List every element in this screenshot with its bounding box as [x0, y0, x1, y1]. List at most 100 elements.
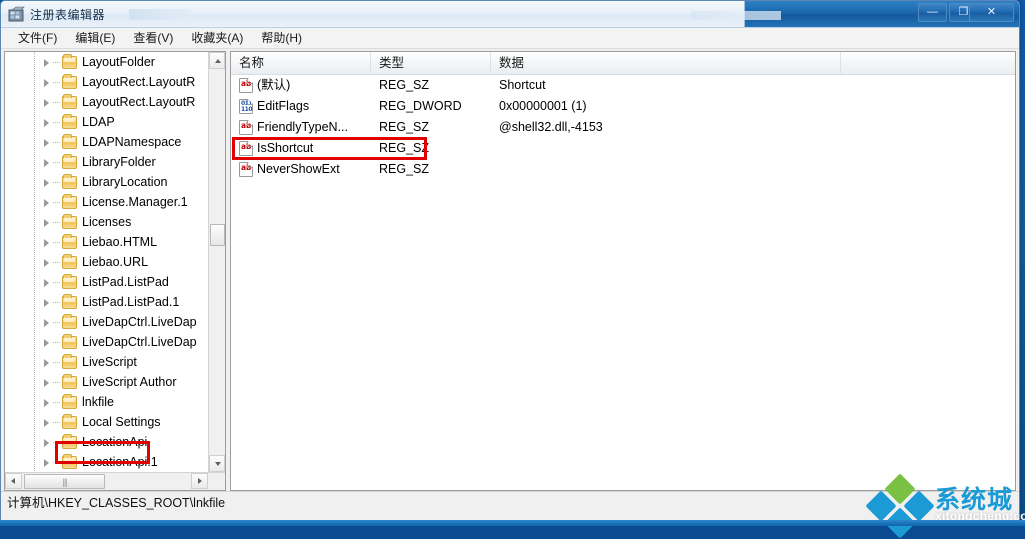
menu-favorites[interactable]: 收藏夹(A) — [182, 27, 252, 49]
expand-arrow-icon[interactable] — [41, 277, 52, 288]
tree-item-label: LayoutFolder — [82, 55, 155, 69]
tree-item-liebao-url[interactable]: Liebao.URL — [5, 252, 208, 272]
expand-arrow-icon[interactable] — [41, 317, 52, 328]
tree-item-label: License.Manager.1 — [82, 195, 188, 209]
tree-item-label: LiveDapCtrl.LiveDap — [82, 335, 197, 349]
value-data-cell: Shortcut — [499, 78, 546, 92]
expand-arrow-icon[interactable] — [41, 57, 52, 68]
expand-arrow-icon[interactable] — [41, 457, 52, 468]
tree-item-listpad-listpad-1[interactable]: ListPad.ListPad.1 — [5, 292, 208, 312]
expand-arrow-icon[interactable] — [41, 437, 52, 448]
tree-scroll-thumb[interactable] — [210, 224, 225, 246]
column-header-filler — [841, 52, 1015, 74]
tree-horizontal-scrollbar[interactable] — [5, 472, 225, 490]
value-row[interactable]: ab FriendlyTypeN... REG_SZ @shell32.dll,-41… — [231, 117, 1015, 138]
value-row[interactable]: ab NeverShowExt REG_SZ — [231, 159, 1015, 180]
tree-item-liebao-html[interactable]: Liebao.HTML — [5, 232, 208, 252]
tree-item-listpad-listpad[interactable]: ListPad.ListPad — [5, 272, 208, 292]
expand-arrow-icon[interactable] — [41, 157, 52, 168]
value-row[interactable]: 011 110 EditFlags REG_DWORD 0x00000001 (1) — [231, 96, 1015, 117]
tree-item-license-manager-1[interactable]: License.Manager.1 — [5, 192, 208, 212]
expand-arrow-icon[interactable] — [41, 337, 52, 348]
tree-vertical-scrollbar[interactable] — [208, 52, 225, 472]
expand-arrow-icon[interactable] — [41, 217, 52, 228]
close-button[interactable]: ✕ — [969, 3, 1014, 22]
expand-arrow-icon[interactable] — [41, 417, 52, 428]
folder-icon — [62, 113, 77, 129]
tree-item-livedapctrl-livedap[interactable]: LiveDapCtrl.LiveDap — [5, 332, 208, 352]
tree-connector — [53, 321, 61, 323]
tree-hscroll-thumb[interactable] — [24, 474, 105, 489]
tree-item-livedapctrl-livedap[interactable]: LiveDapCtrl.LiveDap — [5, 312, 208, 332]
expand-arrow-icon[interactable] — [41, 377, 52, 388]
tree-connector — [53, 141, 61, 143]
minimize-icon: — — [927, 6, 938, 18]
registry-key-tree[interactable]: LayoutFolder LayoutRect.LayoutR LayoutRect… — [4, 51, 226, 491]
expand-arrow-icon[interactable] — [41, 397, 52, 408]
scroll-down-icon[interactable] — [209, 455, 225, 472]
tree-item-local-settings[interactable]: Local Settings — [5, 412, 208, 432]
expand-arrow-icon[interactable] — [41, 117, 52, 128]
scroll-up-icon[interactable] — [209, 52, 225, 69]
value-type-cell: REG_SZ — [379, 162, 430, 176]
tree-item-label: LiveScript Author — [82, 375, 177, 389]
tree-item-libraryfolder[interactable]: LibraryFolder — [5, 152, 208, 172]
column-header-data[interactable]: 数据 — [491, 52, 841, 74]
tree-item-label: ListPad.ListPad — [82, 275, 169, 289]
expand-arrow-icon[interactable] — [41, 237, 52, 248]
registry-editor-window: 注册表编辑器 — ❐ ✕ 文件(F) 编辑(E) 查看(V) 收藏夹(A) 帮助… — [0, 0, 1020, 521]
minimize-button[interactable]: — — [918, 3, 947, 22]
expand-arrow-icon[interactable] — [41, 197, 52, 208]
value-data-cell: @shell32.dll,-4153 — [499, 120, 603, 134]
title-artifact-1 — [129, 9, 191, 20]
menu-view[interactable]: 查看(V) — [124, 27, 182, 49]
tree-item-layoutrect-layoutr[interactable]: LayoutRect.LayoutR — [5, 92, 208, 112]
tree-item-layoutfolder[interactable]: LayoutFolder — [5, 52, 208, 72]
close-icon: ✕ — [986, 6, 997, 18]
tree-item-lnkfile[interactable]: lnkfile — [5, 392, 208, 412]
value-row[interactable]: ab IsShortcut REG_SZ — [231, 138, 1015, 159]
value-name-text: FriendlyTypeN... — [257, 120, 349, 134]
value-name-cell: ab NeverShowExt — [231, 162, 371, 177]
tree-connector — [53, 121, 61, 123]
menu-file[interactable]: 文件(F) — [9, 27, 66, 49]
tree-item-locationapi-1[interactable]: LocationApi.1 — [5, 452, 208, 472]
scroll-right-icon[interactable] — [191, 473, 208, 489]
expand-arrow-icon[interactable] — [41, 97, 52, 108]
expand-arrow-icon[interactable] — [41, 357, 52, 368]
reg-sz-icon: ab — [239, 120, 253, 135]
main-split-area: LayoutFolder LayoutRect.LayoutR LayoutRect… — [1, 49, 1019, 491]
tree-item-licenses[interactable]: Licenses — [5, 212, 208, 232]
tree-item-layoutrect-layoutr[interactable]: LayoutRect.LayoutR — [5, 72, 208, 92]
value-type-cell: REG_SZ — [379, 141, 430, 155]
tree-item-ldapnamespace[interactable]: LDAPNamespace — [5, 132, 208, 152]
tree-item-label: Licenses — [82, 215, 132, 229]
expand-arrow-icon[interactable] — [41, 177, 52, 188]
menu-help[interactable]: 帮助(H) — [252, 27, 311, 49]
tree-item-label: LocationApi — [82, 435, 148, 449]
tree-item-label: LibraryFolder — [82, 155, 156, 169]
tree-connector — [53, 81, 61, 83]
column-header-type[interactable]: 类型 — [371, 52, 491, 74]
tree-item-locationapi[interactable]: LocationApi — [5, 432, 208, 452]
registry-path-text: 计算机\HKEY_CLASSES_ROOT\lnkfile — [7, 496, 226, 510]
scroll-left-icon[interactable] — [5, 473, 22, 489]
tree-item-label: Liebao.HTML — [82, 235, 158, 249]
tree-item-librarylocation[interactable]: LibraryLocation — [5, 172, 208, 192]
tree-item-label: LiveScript — [82, 355, 137, 369]
registry-value-list[interactable]: 名称 类型 数据 ab (默认) REG_SZ Shortcut 011 110 EditF… — [230, 51, 1016, 491]
value-type-cell: REG_DWORD — [379, 99, 462, 113]
tree-item-livescript[interactable]: LiveScript — [5, 352, 208, 372]
value-name-text: (默认) — [257, 78, 291, 92]
expand-arrow-icon[interactable] — [41, 137, 52, 148]
expand-arrow-icon[interactable] — [41, 297, 52, 308]
expand-arrow-icon[interactable] — [41, 257, 52, 268]
value-name-text: EditFlags — [257, 99, 310, 113]
value-row[interactable]: ab (默认) REG_SZ Shortcut — [231, 75, 1015, 96]
tree-item-ldap[interactable]: LDAP — [5, 112, 208, 132]
tree-item-livescript-author[interactable]: LiveScript Author — [5, 372, 208, 392]
column-header-name[interactable]: 名称 — [231, 52, 371, 74]
menu-edit[interactable]: 编辑(E) — [66, 27, 124, 49]
expand-arrow-icon[interactable] — [41, 77, 52, 88]
tree-item-label: lnkfile — [82, 395, 114, 409]
